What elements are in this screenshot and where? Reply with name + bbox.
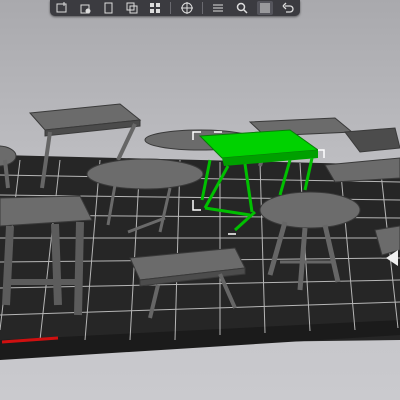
table-far-right[interactable] [324, 127, 400, 183]
paste-icon[interactable] [124, 1, 140, 15]
top-toolbar [50, 0, 300, 16]
variable-layer-icon[interactable] [256, 1, 273, 15]
search-icon[interactable] [234, 1, 250, 15]
layers-icon[interactable] [210, 1, 226, 15]
delete-icon[interactable] [77, 1, 93, 15]
add-object-icon[interactable] [54, 1, 70, 15]
toolbar-separator [201, 2, 203, 14]
3d-viewport[interactable] [0, 0, 400, 400]
undo-icon[interactable] [280, 1, 296, 15]
arrange-icon[interactable] [147, 1, 163, 15]
split-icon[interactable] [179, 1, 195, 15]
copy-icon[interactable] [100, 1, 116, 15]
toolbar-separator [170, 2, 172, 14]
scene-canvas[interactable] [0, 0, 400, 400]
